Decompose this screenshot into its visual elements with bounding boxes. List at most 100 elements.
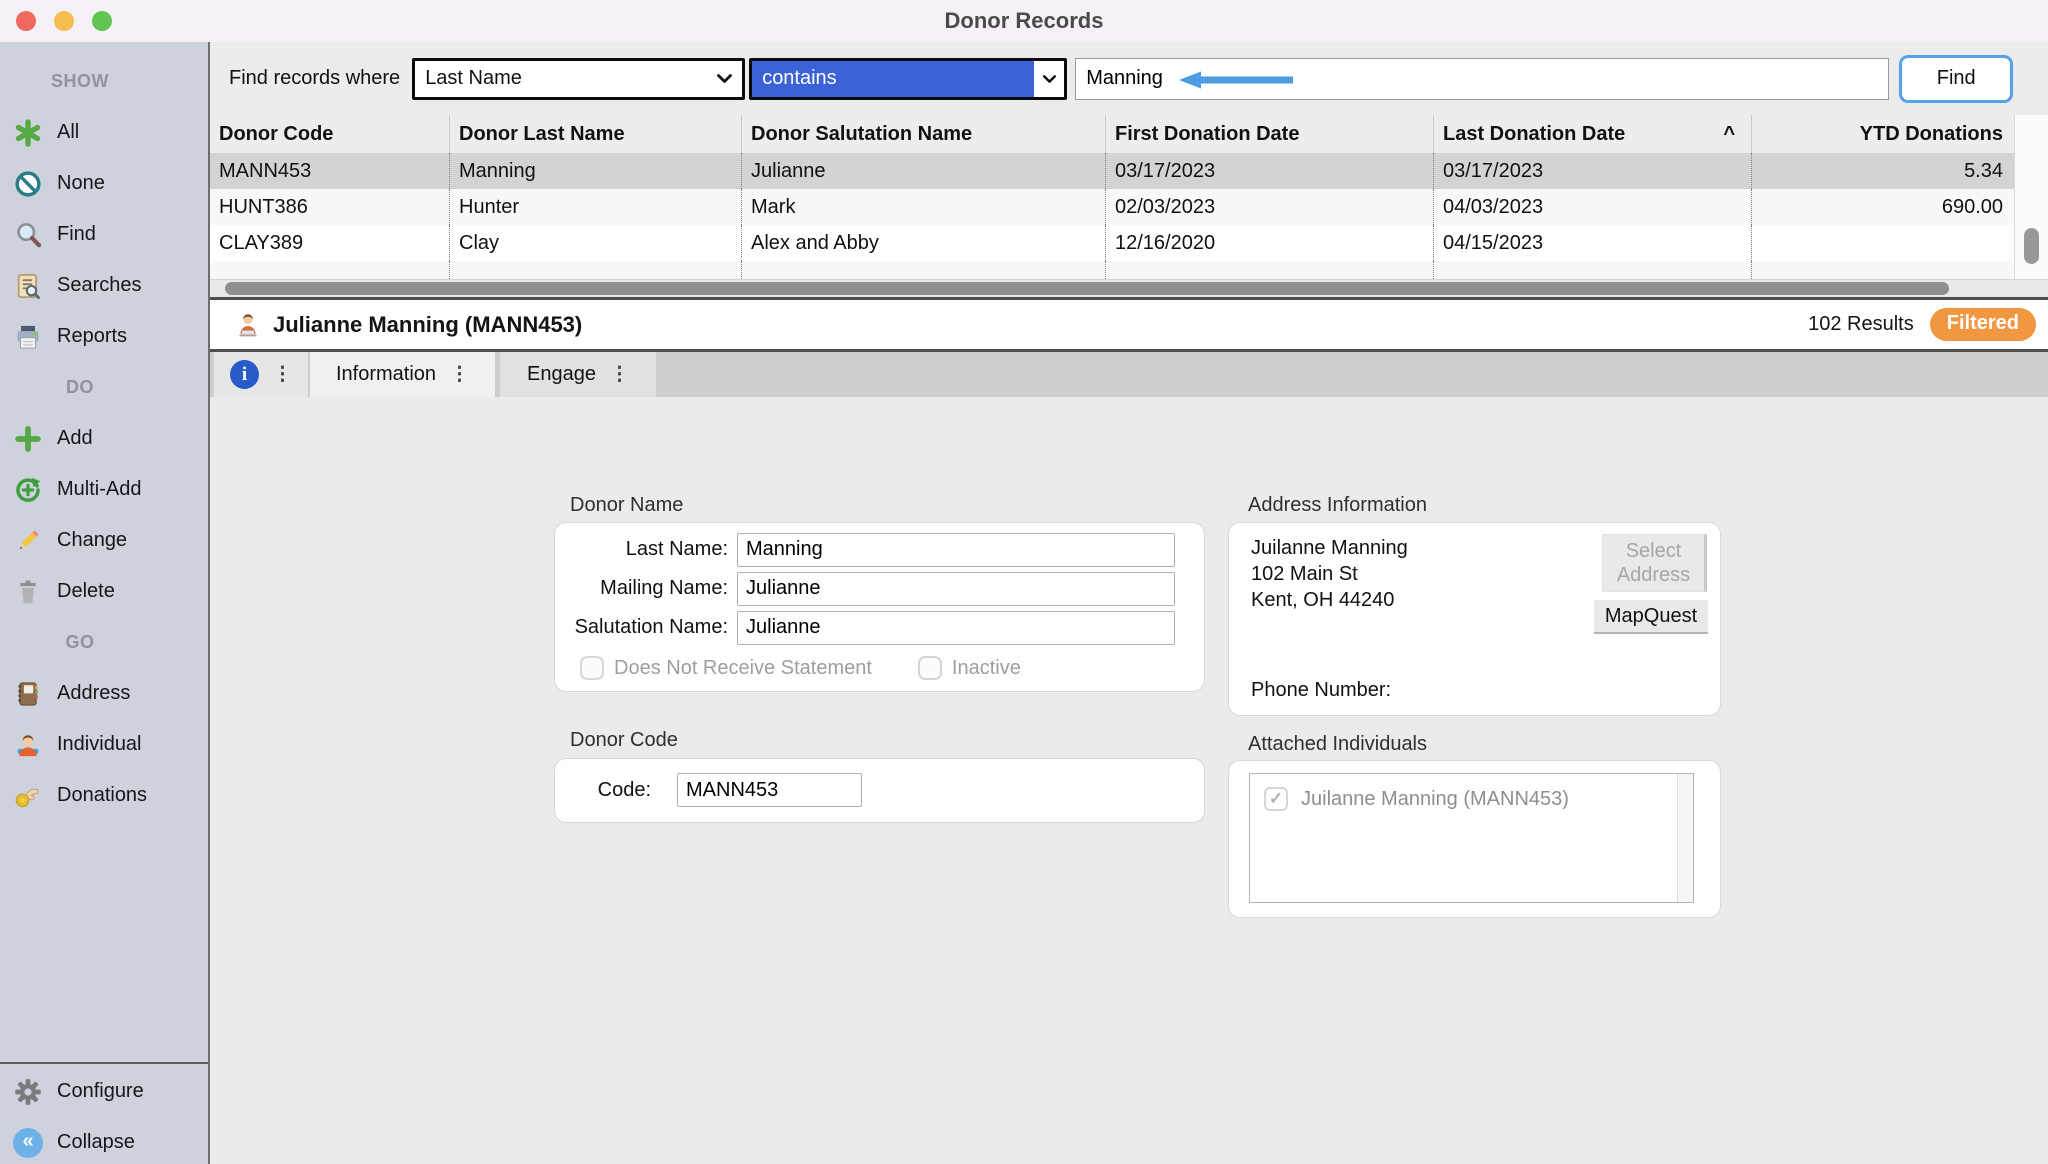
operator-select-value: contains <box>752 61 1034 97</box>
sidebar-item-multi-add[interactable]: Multi-Add <box>0 464 208 515</box>
sidebar-item-change[interactable]: Change <box>0 515 208 566</box>
kebab-menu-icon[interactable]: ⋮ <box>610 363 629 386</box>
sidebar-item-label: Donations <box>57 784 147 807</box>
cell-first-date: 12/16/2020 <box>1106 225 1434 261</box>
address-information-section-label: Address Information <box>1248 494 1427 517</box>
code-field[interactable] <box>677 773 862 807</box>
chevron-down-icon <box>716 73 733 84</box>
sidebar-item-label: Delete <box>57 580 115 603</box>
table-row-selected[interactable]: MANN453 Manning Julianne 03/17/2023 03/1… <box>210 153 2048 189</box>
sidebar-item-configure[interactable]: Configure <box>0 1066 208 1117</box>
salutation-name-label: Salutation Name: <box>555 616 737 639</box>
cell-last-date: 03/17/2023 <box>1434 153 1752 189</box>
inactive-checkbox[interactable] <box>918 656 942 680</box>
column-header-last-donation-date[interactable]: Last Donation Date ^ <box>1434 115 1752 153</box>
attached-individuals-panel: ✓ Juilanne Manning (MANN453) <box>1228 760 1721 918</box>
column-header-donor-code[interactable]: Donor Code <box>210 115 450 153</box>
donor-code-section-label: Donor Code <box>570 729 678 752</box>
sidebar-item-donations[interactable]: Donations <box>0 770 208 821</box>
search-query-input[interactable] <box>1076 59 1888 99</box>
main-area: Find records where Last Name contains Fi <box>210 42 2048 1164</box>
table-row-partial <box>210 261 2048 279</box>
column-header-donor-last-name[interactable]: Donor Last Name <box>450 115 742 153</box>
attached-individuals-listbox: ✓ Juilanne Manning (MANN453) <box>1249 773 1694 903</box>
code-label: Code: <box>555 779 660 802</box>
searches-icon <box>12 270 44 302</box>
sidebar: SHOW All None Find Searches <box>0 42 210 1164</box>
select-address-button[interactable]: Select Address <box>1602 534 1707 592</box>
search-query-field-wrap <box>1075 58 1889 100</box>
cell-donor-code: MANN453 <box>210 153 450 189</box>
record-header: Julianne Manning (MANN453) 102 Results F… <box>210 300 2048 349</box>
sidebar-item-reports[interactable]: Reports <box>0 311 208 362</box>
attached-individual-list-item: ✓ Juilanne Manning (MANN453) <box>1264 787 1569 811</box>
cell-last-date: 04/15/2023 <box>1434 225 1752 261</box>
find-bar: Find records where Last Name contains Fi <box>210 42 2048 115</box>
sidebar-item-label: Searches <box>57 274 142 297</box>
sidebar-item-label: Change <box>57 529 127 552</box>
sidebar-section-show: SHOW <box>0 56 160 107</box>
sidebar-item-label: Individual <box>57 733 142 756</box>
tab-engage[interactable]: Engage ⋮ <box>500 352 656 397</box>
listbox-scrollbar[interactable] <box>1677 774 1693 902</box>
address-information-panel: Juilanne Manning 102 Main St Kent, OH 44… <box>1228 522 1721 716</box>
cell-ytd: 5.34 <box>1752 153 2013 189</box>
individual-icon <box>12 729 44 761</box>
find-button[interactable]: Find <box>1899 55 2013 103</box>
field-select[interactable]: Last Name <box>412 58 745 100</box>
record-title: Julianne Manning (MANN453) <box>273 312 582 338</box>
sidebar-item-add[interactable]: Add <box>0 413 208 464</box>
sidebar-item-none[interactable]: None <box>0 158 208 209</box>
sidebar-item-label: Address <box>57 682 130 705</box>
cell-last-name: Hunter <box>450 189 742 225</box>
operator-select[interactable]: contains <box>749 58 1067 100</box>
table-row[interactable]: CLAY389 Clay Alex and Abby 12/16/2020 04… <box>210 225 2048 261</box>
sidebar-item-individual[interactable]: Individual <box>0 719 208 770</box>
find-records-where-label: Find records where <box>229 67 400 90</box>
sidebar-item-address[interactable]: Address <box>0 668 208 719</box>
horizontal-scrollbar-thumb[interactable] <box>225 282 1949 295</box>
mapquest-button[interactable]: MapQuest <box>1594 600 1708 634</box>
table-row[interactable]: HUNT386 Hunter Mark 02/03/2023 04/03/202… <box>210 189 2048 225</box>
last-name-field[interactable] <box>737 533 1175 567</box>
add-icon <box>12 423 44 455</box>
sidebar-item-collapse[interactable]: « Collapse <box>0 1117 208 1164</box>
delete-icon <box>12 576 44 608</box>
filtered-badge[interactable]: Filtered <box>1930 308 2036 341</box>
column-header-ytd-donations[interactable]: YTD Donations <box>1752 115 2013 153</box>
sidebar-item-label: Add <box>57 427 93 450</box>
horizontal-scrollbar[interactable] <box>210 279 2048 297</box>
sidebar-item-label: Multi-Add <box>57 478 141 501</box>
window-title: Donor Records <box>0 8 2048 34</box>
cell-last-name: Manning <box>450 153 742 189</box>
salutation-name-field[interactable] <box>737 611 1175 645</box>
record-detail-content: Donor Name Last Name: Mailing Name: Salu… <box>210 397 2048 1164</box>
sidebar-item-searches[interactable]: Searches <box>0 260 208 311</box>
vertical-scrollbar[interactable] <box>2014 115 2048 279</box>
tab-information[interactable]: Information ⋮ <box>310 352 495 397</box>
cell-ytd <box>1752 225 2013 261</box>
sidebar-item-find[interactable]: Find <box>0 209 208 260</box>
sidebar-item-all[interactable]: All <box>0 107 208 158</box>
attached-individual-checkbox[interactable]: ✓ <box>1264 787 1288 811</box>
does-not-receive-statement-checkbox[interactable] <box>580 656 604 680</box>
kebab-menu-icon[interactable]: ⋮ <box>450 363 469 386</box>
multi-add-icon <box>12 474 44 506</box>
cell-salutation: Alex and Abby <box>742 225 1106 261</box>
info-icon[interactable]: i <box>230 360 259 389</box>
gear-icon <box>12 1076 44 1108</box>
cell-empty <box>450 261 742 279</box>
tab-info-segment[interactable]: i ⋮ <box>214 352 308 397</box>
cell-empty <box>210 261 450 279</box>
kebab-menu-icon[interactable]: ⋮ <box>273 363 292 386</box>
none-icon <box>12 168 44 200</box>
mailing-name-field[interactable] <box>737 572 1175 606</box>
column-header-donor-salutation-name[interactable]: Donor Salutation Name <box>742 115 1106 153</box>
table-header: Donor Code Donor Last Name Donor Salutat… <box>210 115 2048 153</box>
last-name-label: Last Name: <box>555 538 737 561</box>
cell-last-name: Clay <box>450 225 742 261</box>
column-header-first-donation-date[interactable]: First Donation Date <box>1106 115 1434 153</box>
donations-icon <box>12 780 44 812</box>
sidebar-item-delete[interactable]: Delete <box>0 566 208 617</box>
vertical-scrollbar-thumb[interactable] <box>2024 228 2039 264</box>
